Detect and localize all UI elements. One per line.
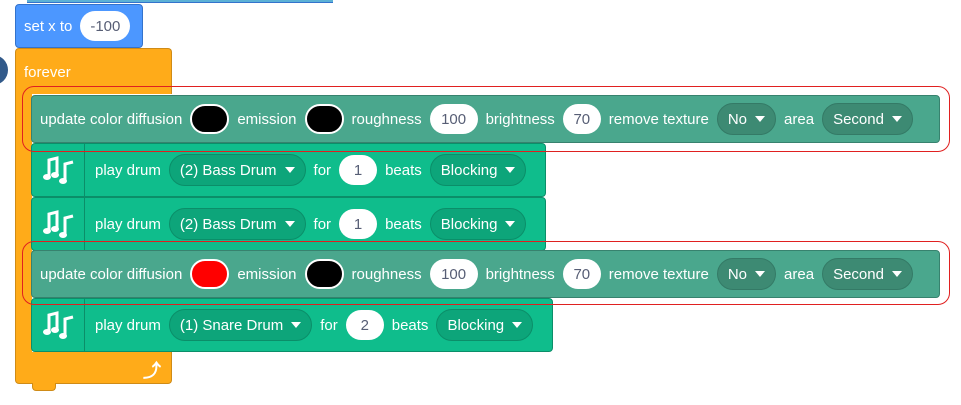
drum-dropdown[interactable]: (1) Snare Drum (168, 309, 313, 341)
beats-label: beats (391, 316, 429, 334)
highlight-box-1 (22, 86, 950, 152)
set-x-value-input[interactable]: -100 (80, 11, 131, 41)
blocking-dropdown[interactable]: Blocking (429, 154, 527, 186)
play-drum-label: play drum (95, 161, 161, 179)
drum-dropdown[interactable]: (2) Bass Drum (168, 208, 306, 240)
for-label: for (320, 316, 338, 334)
blocking-dropdown[interactable]: Blocking (436, 309, 534, 341)
set-x-block[interactable]: set x to -100 (15, 4, 143, 48)
blocking-value: Blocking (440, 215, 498, 233)
forever-label: forever (24, 64, 71, 81)
blocking-dropdown[interactable]: Blocking (429, 208, 527, 240)
set-x-label: set x to (24, 17, 73, 35)
chevron-down-icon (284, 167, 295, 173)
drum-value: (2) Bass Drum (179, 161, 277, 179)
play-drum-label: play drum (95, 316, 161, 334)
chevron-down-icon (505, 167, 516, 173)
previous-block-stub[interactable] (27, 0, 333, 3)
beats-label: beats (385, 215, 422, 233)
blocking-value: Blocking (440, 161, 498, 179)
for-label: for (313, 161, 332, 179)
beats-label: beats (385, 161, 422, 179)
beats-input[interactable]: 1 (339, 209, 378, 239)
forever-bottom: ⤴ (15, 352, 172, 384)
forever-notch (32, 383, 56, 391)
loop-arrow-icon: ⤴ (143, 361, 161, 381)
chevron-down-icon (505, 221, 516, 227)
chevron-down-icon (284, 221, 295, 227)
drum-value: (1) Snare Drum (179, 316, 284, 334)
play-drum-block-3[interactable]: play drum (1) Snare Drum for 2 beats Blo… (31, 298, 553, 352)
drum-value: (2) Bass Drum (179, 215, 277, 233)
beats-input[interactable]: 1 (339, 155, 378, 185)
chevron-down-icon (512, 322, 523, 328)
play-drum-label: play drum (95, 215, 161, 233)
drum-dropdown[interactable]: (2) Bass Drum (168, 154, 306, 186)
highlight-box-2 (22, 241, 950, 305)
for-label: for (313, 215, 332, 233)
blocking-value: Blocking (447, 316, 505, 334)
chevron-down-icon (291, 322, 302, 328)
stage-edge-indicator (0, 55, 8, 85)
music-notes-icon (32, 299, 85, 351)
beats-input[interactable]: 2 (345, 310, 384, 340)
